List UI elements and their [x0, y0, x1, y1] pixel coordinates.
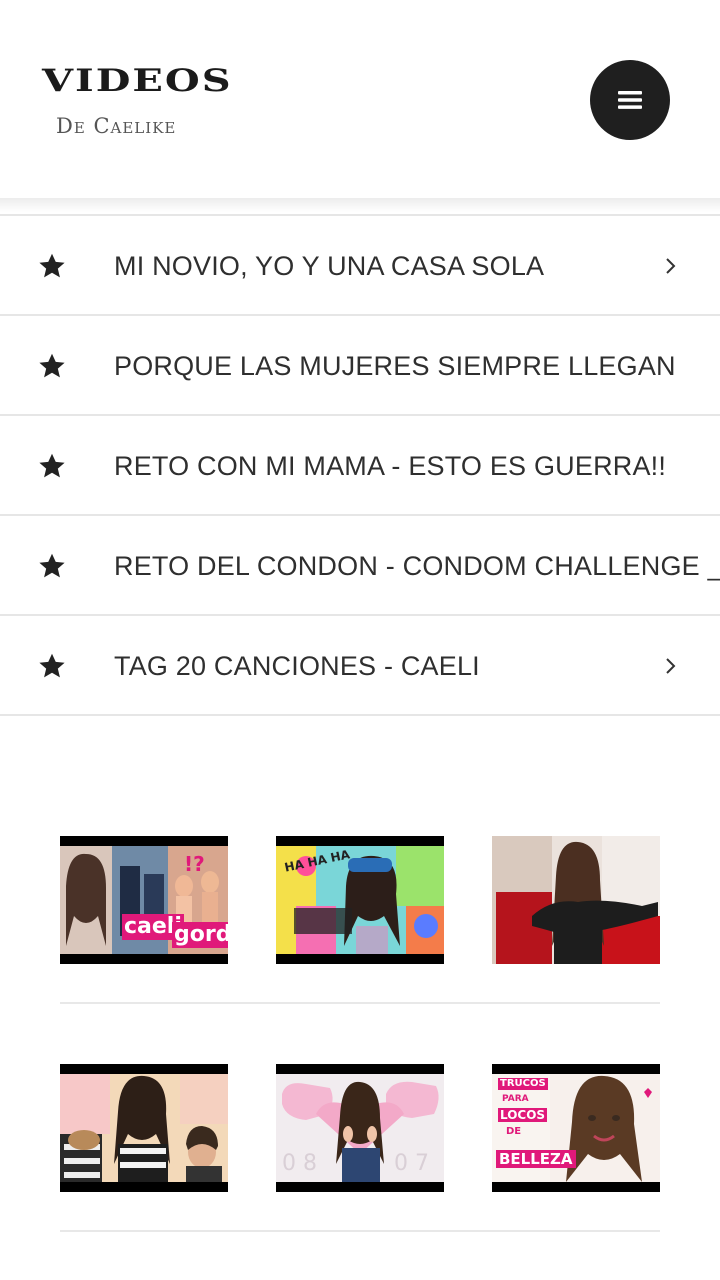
list-item-label: RETO CON MI MAMA - ESTO ES GUERRA!! — [114, 451, 667, 481]
star-icon — [39, 253, 65, 278]
hamburger-menu-icon — [618, 91, 642, 109]
video-thumbnail-image — [492, 836, 660, 964]
thumbnail-caption: LOCOS — [498, 1108, 548, 1122]
thumbnail-row: caeli gorda !? HA HA HA — [60, 836, 660, 1006]
site-logo[interactable]: VIDEOS De Caelike — [42, 62, 233, 138]
star-icon — [39, 653, 65, 678]
video-thumbnail[interactable]: TRUCOS PARA LOCOS DE BELLEZA — [492, 1064, 660, 1192]
svg-text:0 7: 0 7 — [394, 1151, 429, 1176]
star-icon — [39, 353, 65, 378]
thumbnail-caption: BELLEZA — [496, 1150, 576, 1168]
menu-button[interactable] — [590, 60, 670, 140]
svg-text:0 8: 0 8 — [282, 1151, 317, 1176]
header-shadow — [0, 198, 720, 212]
thumbnail-caption: !? — [184, 852, 205, 876]
video-thumbnail[interactable]: HA HA HA — [276, 836, 444, 964]
thumbnail-caption: TRUCOS — [498, 1078, 548, 1090]
video-thumbnail-image: 0 8 0 7 3 — [276, 1074, 444, 1182]
video-thumbnail[interactable]: 0 8 0 7 3 — [276, 1064, 444, 1192]
list-item[interactable]: RETO DEL CONDON - CONDOM CHALLENGE _ — [0, 516, 720, 616]
video-thumbnail[interactable] — [60, 1064, 228, 1192]
divider — [60, 1230, 660, 1232]
thumbnail-row: 0 8 0 7 3 TRUCOS PARA LOCOS — [60, 1064, 660, 1234]
list-item-label: TAG 20 CANCIONES - CAELI — [114, 651, 480, 681]
star-icon — [39, 453, 65, 478]
video-thumbnail[interactable] — [492, 836, 660, 964]
video-thumbnail-image — [60, 1074, 228, 1182]
list-item-label: PORQUE LAS MUJERES SIEMPRE LLEGAN — [114, 351, 676, 381]
thumbnail-caption: gorda — [172, 922, 228, 948]
video-thumbnail[interactable]: caeli gorda !? — [60, 836, 228, 964]
app-header: VIDEOS De Caelike — [0, 0, 720, 200]
thumbnail-caption: DE — [506, 1126, 522, 1137]
divider — [60, 1002, 660, 1004]
logo-subtitle: De Caelike — [56, 114, 177, 138]
logo-title: VIDEOS — [42, 62, 233, 99]
list-item-label: MI NOVIO, YO Y UNA CASA SOLA — [114, 251, 545, 281]
star-icon — [39, 553, 65, 578]
list-item[interactable]: PORQUE LAS MUJERES SIEMPRE LLEGAN — [0, 316, 720, 416]
chevron-right-icon — [666, 658, 676, 674]
list-item[interactable]: MI NOVIO, YO Y UNA CASA SOLA — [0, 216, 720, 316]
thumbnail-caption: PARA — [502, 1094, 529, 1104]
list-item[interactable]: TAG 20 CANCIONES - CAELI — [0, 616, 720, 716]
list-item[interactable]: RETO CON MI MAMA - ESTO ES GUERRA!! — [0, 416, 720, 516]
chevron-right-icon — [666, 258, 676, 274]
video-list: MI NOVIO, YO Y UNA CASA SOLA PORQUE LAS … — [0, 214, 720, 716]
list-item-label: RETO DEL CONDON - CONDOM CHALLENGE _ — [114, 551, 720, 581]
